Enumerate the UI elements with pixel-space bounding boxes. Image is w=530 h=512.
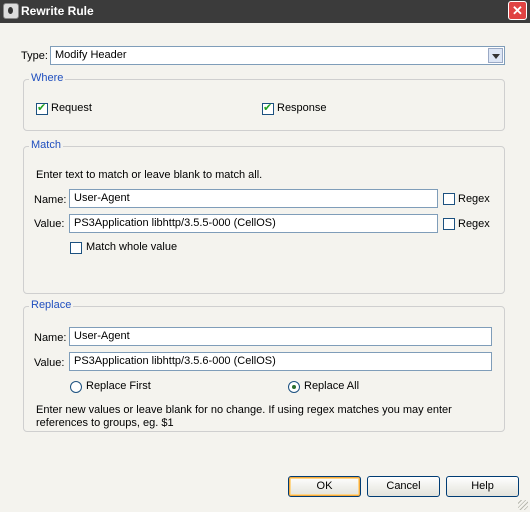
where-legend: Where xyxy=(29,72,66,84)
match-whole-value-label: Match whole value xyxy=(86,241,178,253)
resize-grip-icon[interactable] xyxy=(518,500,528,510)
replace-all-radio[interactable] xyxy=(288,381,300,393)
replace-value-label: Value: xyxy=(34,357,65,369)
chevron-down-icon[interactable] xyxy=(488,48,503,63)
rewrite-rule-dialog: Type: Modify Header Where Request Respon… xyxy=(0,23,530,512)
replace-legend: Replace xyxy=(29,299,74,311)
replace-group: Replace Name: User-Agent Value: PS3Appli… xyxy=(23,299,505,432)
replace-help-line1: Enter new values or leave blank for no c… xyxy=(36,404,452,416)
match-whole-value-checkbox[interactable] xyxy=(70,242,82,254)
match-value-value: PS3Application libhttp/3.5.5-000 (CellOS… xyxy=(74,217,276,229)
close-icon: ✕ xyxy=(512,3,523,18)
match-name-regex-checkbox[interactable] xyxy=(443,193,455,205)
type-label: Type: xyxy=(21,50,48,62)
replace-name-label: Name: xyxy=(34,332,67,344)
match-value-label: Value: xyxy=(34,218,65,230)
match-legend: Match xyxy=(29,139,63,151)
match-name-regex-label: Regex xyxy=(458,193,490,205)
title-bar: Rewrite Rule ✕ xyxy=(0,0,530,23)
help-button[interactable]: Help xyxy=(446,476,519,497)
type-select-value: Modify Header xyxy=(55,49,127,61)
match-name-input[interactable]: User-Agent xyxy=(69,189,438,208)
window-title: Rewrite Rule xyxy=(21,4,94,18)
replace-name-value: User-Agent xyxy=(74,330,130,342)
cancel-button[interactable]: Cancel xyxy=(367,476,440,497)
replace-first-label: Replace First xyxy=(86,380,151,392)
replace-name-input[interactable]: User-Agent xyxy=(69,327,492,346)
match-group: Match Enter text to match or leave blank… xyxy=(23,139,505,294)
match-value-input[interactable]: PS3Application libhttp/3.5.5-000 (CellOS… xyxy=(69,214,438,233)
response-label: Response xyxy=(277,102,327,114)
match-name-label: Name: xyxy=(34,194,67,206)
replace-first-radio[interactable] xyxy=(70,381,82,393)
match-name-value: User-Agent xyxy=(74,192,130,204)
where-group: Where Request Response xyxy=(23,72,505,131)
match-value-regex-label: Regex xyxy=(458,218,490,230)
request-checkbox[interactable] xyxy=(36,101,48,115)
request-label: Request xyxy=(51,102,92,114)
replace-value-value: PS3Application libhttp/3.5.6-000 (CellOS… xyxy=(74,355,276,367)
replace-help-line2: references to groups, eg. $1 xyxy=(36,417,174,429)
app-icon xyxy=(3,3,19,19)
ok-button[interactable]: OK xyxy=(288,476,361,497)
replace-all-label: Replace All xyxy=(304,380,360,392)
close-button[interactable]: ✕ xyxy=(508,1,527,20)
match-instructions: Enter text to match or leave blank to ma… xyxy=(36,169,263,181)
type-select[interactable]: Modify Header xyxy=(50,46,505,65)
response-checkbox[interactable] xyxy=(262,101,274,115)
replace-value-input[interactable]: PS3Application libhttp/3.5.6-000 (CellOS… xyxy=(69,352,492,371)
match-value-regex-checkbox[interactable] xyxy=(443,218,455,230)
